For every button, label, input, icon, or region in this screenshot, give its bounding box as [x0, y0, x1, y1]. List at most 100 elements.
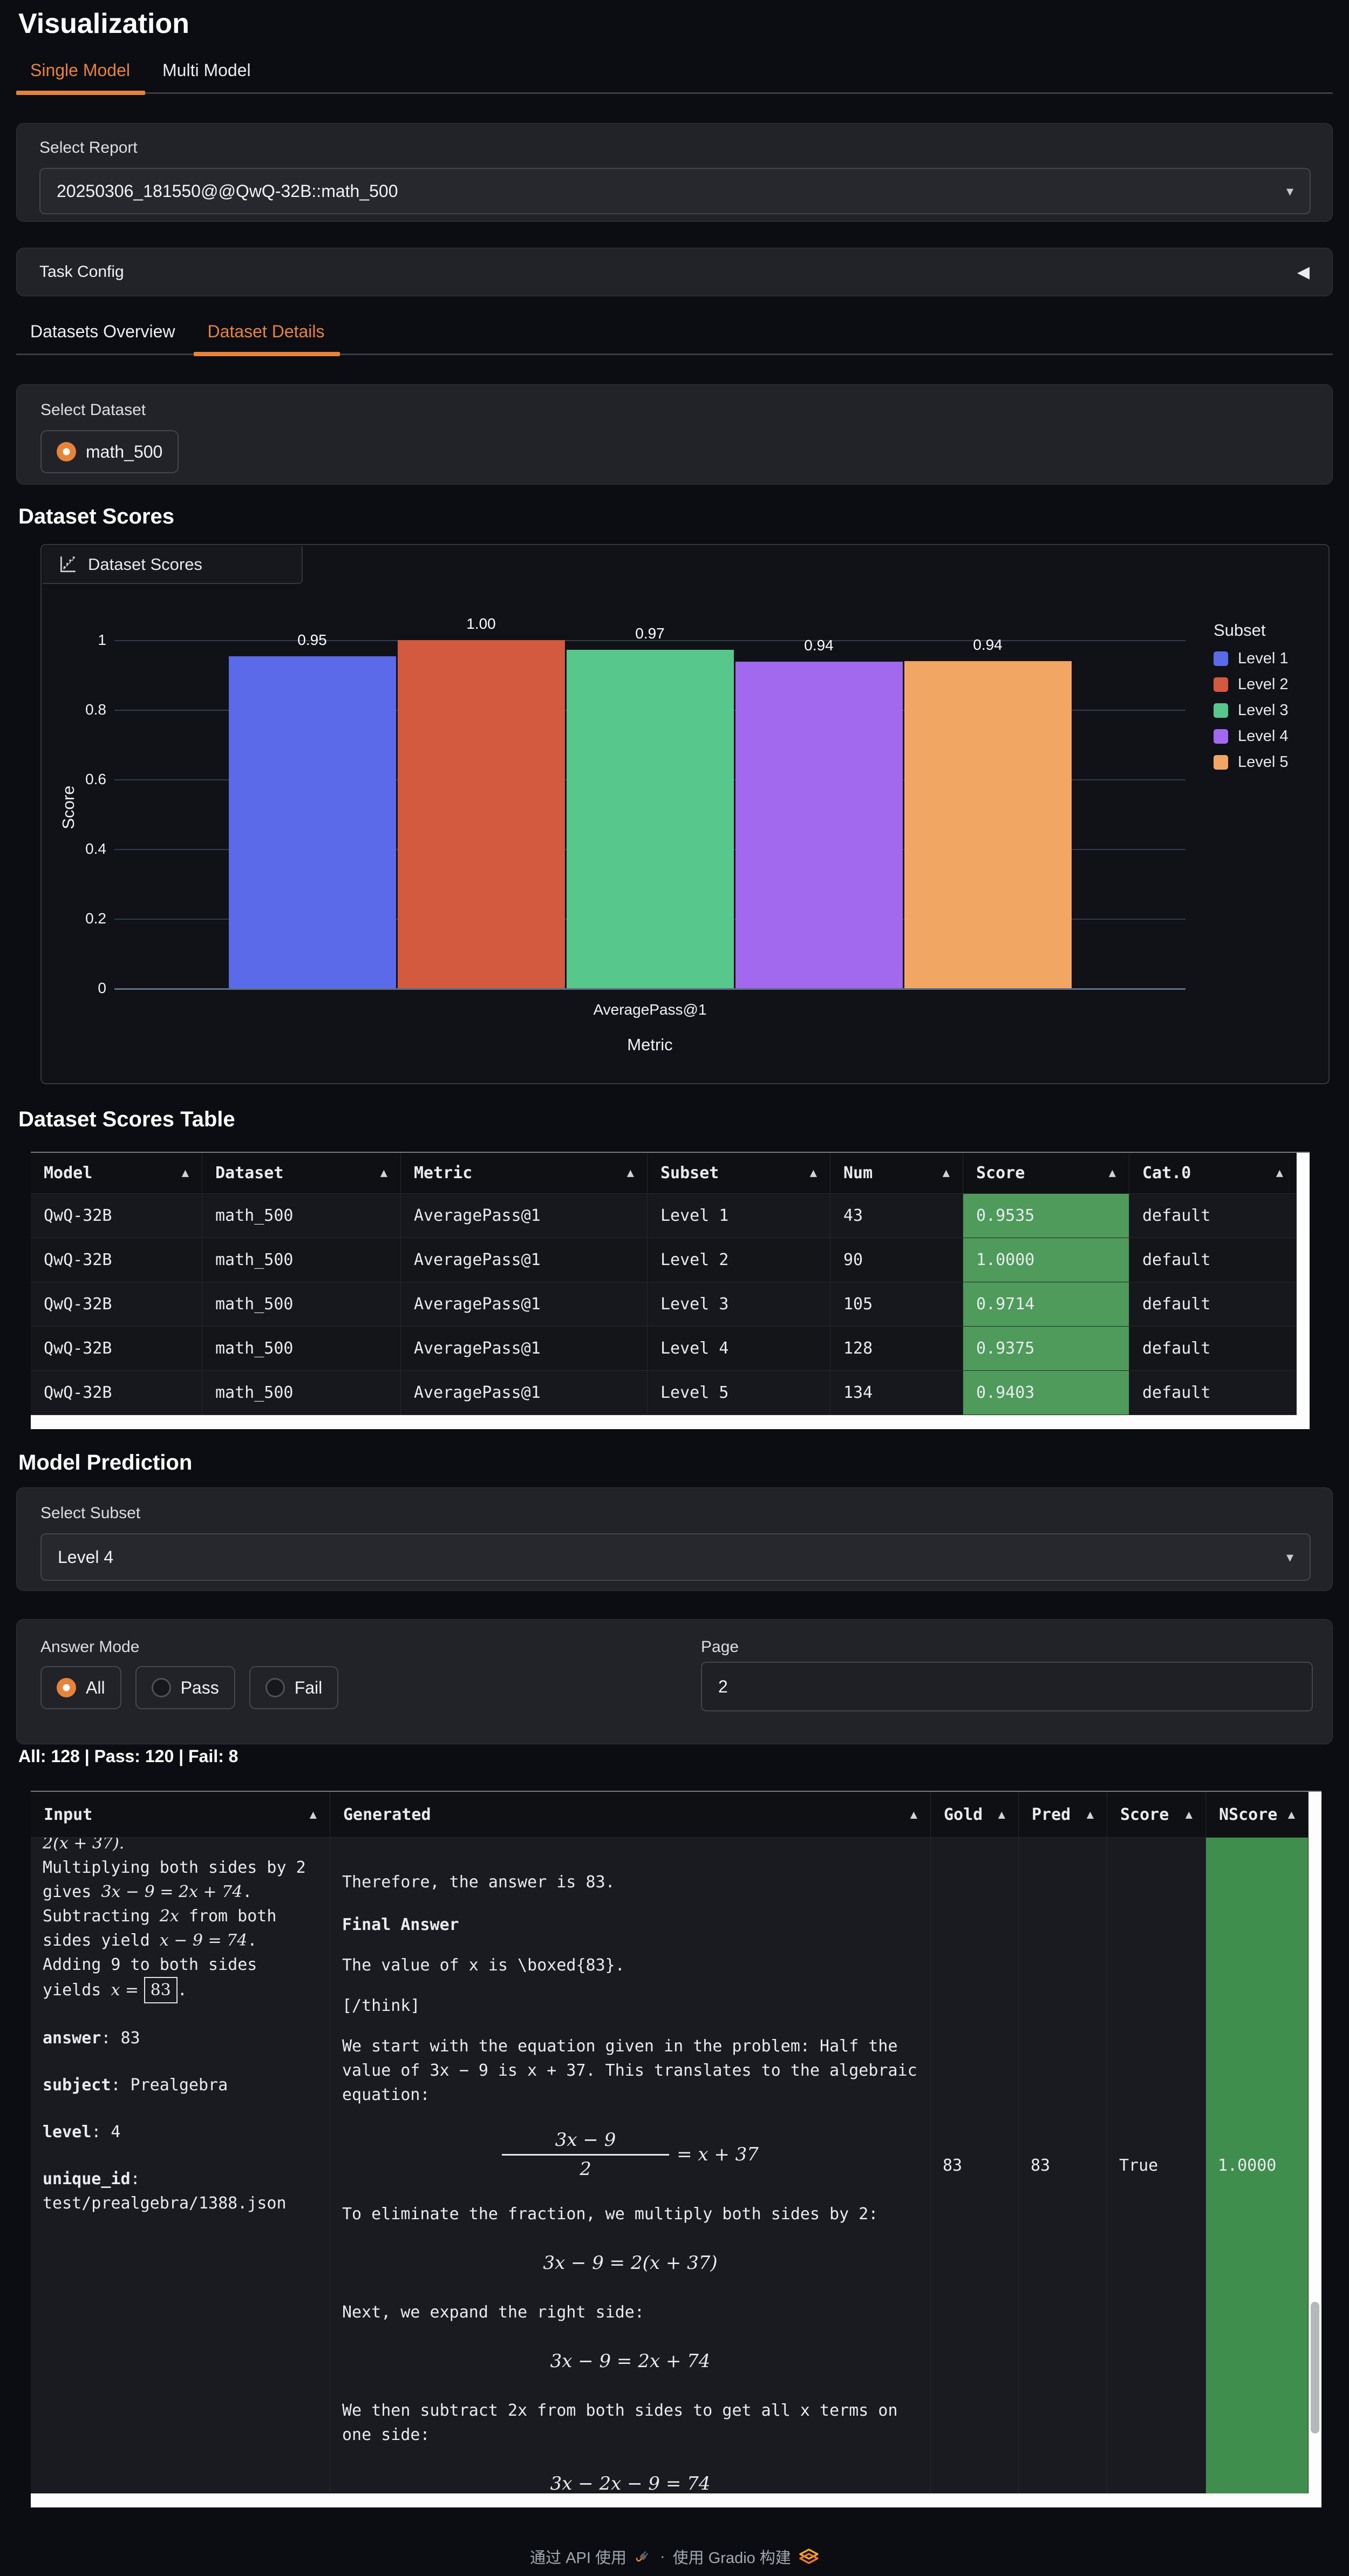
table-cell[interactable]: default — [1129, 1282, 1297, 1327]
scores-table-vertical-scrollbar[interactable] — [1297, 1153, 1310, 1415]
table-cell[interactable]: 0.9403 — [963, 1371, 1129, 1415]
tab-datasets-overview[interactable]: Datasets Overview — [16, 313, 194, 354]
table-cell[interactable]: QwQ-32B — [31, 1282, 202, 1327]
sort-arrow-icon[interactable]: ▲ — [1269, 1166, 1283, 1180]
gradio-logo — [799, 2548, 819, 2565]
prediction-table-vertical-scrollbar[interactable] — [1309, 1792, 1321, 2493]
column-header-metric[interactable]: Metric▲ — [401, 1153, 648, 1194]
cell-gold[interactable]: 83 — [931, 1838, 1019, 2493]
footer-api-text[interactable]: 通过 API 使用 — [530, 2545, 626, 2568]
table-cell[interactable]: 0.9375 — [963, 1327, 1129, 1371]
column-header-gold[interactable]: Gold▲ — [931, 1792, 1019, 1838]
sort-arrow-icon[interactable]: ▲ — [619, 1166, 634, 1180]
input-field-level: level: 4 — [43, 2120, 318, 2144]
table-cell[interactable]: math_500 — [202, 1194, 401, 1238]
cell-generated[interactable]: Therefore, the answer is 83.Final Answer… — [330, 1838, 931, 2493]
footer-gradio-text[interactable]: 使用 Gradio 构建 — [673, 2545, 791, 2568]
table-row: QwQ-32Bmath_500AveragePass@1Level 2901.0… — [31, 1238, 1297, 1282]
table-cell[interactable]: AveragePass@1 — [401, 1327, 648, 1371]
cell-input[interactable]: 2(x + 37).Multiplying both sides by 2 gi… — [31, 1838, 330, 2493]
column-header-label: Cat.0 — [1142, 1164, 1191, 1182]
prediction-table-horizontal-scrollbar[interactable] — [31, 2493, 1321, 2507]
cell-score[interactable]: True — [1107, 1838, 1206, 2493]
column-header-subset[interactable]: Subset▲ — [648, 1153, 830, 1194]
cell-nscore[interactable]: 1.0000 — [1206, 1838, 1309, 2493]
table-cell[interactable]: 128 — [830, 1327, 963, 1371]
column-header-score[interactable]: Score▲ — [1107, 1792, 1206, 1838]
table-cell[interactable]: AveragePass@1 — [401, 1371, 648, 1415]
sort-arrow-icon[interactable]: ▲ — [991, 1808, 1005, 1821]
table-cell[interactable]: QwQ-32B — [31, 1371, 202, 1415]
legend-label: Level 5 — [1238, 753, 1289, 771]
table-cell[interactable]: 90 — [830, 1238, 963, 1282]
legend-item-level-3[interactable]: Level 3 — [1214, 702, 1289, 719]
table-cell[interactable]: math_500 — [202, 1238, 401, 1282]
column-header-input[interactable]: Input▲ — [31, 1792, 330, 1838]
legend-item-level-4[interactable]: Level 4 — [1214, 728, 1289, 745]
table-cell[interactable]: AveragePass@1 — [401, 1282, 648, 1327]
sort-arrow-icon[interactable]: ▲ — [302, 1808, 317, 1821]
subset-dropdown[interactable]: Level 4 ▾ — [40, 1533, 1311, 1581]
sort-arrow-icon[interactable]: ▲ — [1280, 1808, 1295, 1821]
bar-level-5: 0.94 — [904, 661, 1072, 988]
table-cell[interactable]: Level 2 — [648, 1238, 830, 1282]
table-cell[interactable]: Level 3 — [648, 1282, 830, 1327]
table-cell[interactable]: Level 4 — [648, 1327, 830, 1371]
column-header-num[interactable]: Num▲ — [830, 1153, 963, 1194]
answer-mode-fail[interactable]: Fail — [249, 1666, 339, 1709]
tab-multi-model[interactable]: Multi Model — [148, 52, 269, 92]
legend-item-level-5[interactable]: Level 5 — [1214, 753, 1289, 771]
table-cell[interactable]: 134 — [830, 1371, 963, 1415]
scrollbar-thumb[interactable] — [1311, 2302, 1319, 2434]
dataset-radio-math-500[interactable]: math_500 — [40, 430, 179, 473]
table-cell[interactable]: Level 5 — [648, 1371, 830, 1415]
page-input[interactable]: 2 — [701, 1662, 1313, 1711]
table-cell[interactable]: default — [1129, 1238, 1297, 1282]
tab-dataset-details[interactable]: Dataset Details — [194, 313, 343, 354]
column-header-generated[interactable]: Generated▲ — [330, 1792, 931, 1838]
legend-item-level-1[interactable]: Level 1 — [1214, 650, 1289, 668]
table-cell[interactable]: AveragePass@1 — [401, 1194, 648, 1238]
sort-arrow-icon[interactable]: ▲ — [1178, 1808, 1193, 1821]
tab-single-model[interactable]: Single Model — [16, 52, 148, 92]
column-header-model[interactable]: Model▲ — [31, 1153, 202, 1194]
sort-arrow-icon[interactable]: ▲ — [373, 1166, 387, 1180]
sort-arrow-icon[interactable]: ▲ — [1079, 1808, 1094, 1821]
legend-item-level-2[interactable]: Level 2 — [1214, 676, 1289, 694]
table-cell[interactable]: 43 — [830, 1194, 963, 1238]
sort-arrow-icon[interactable]: ▲ — [802, 1166, 817, 1180]
sort-arrow-icon[interactable]: ▲ — [1101, 1166, 1116, 1180]
table-cell[interactable]: math_500 — [202, 1327, 401, 1371]
table-cell[interactable]: 105 — [830, 1282, 963, 1327]
column-header-nscore[interactable]: NScore▲ — [1206, 1792, 1309, 1838]
table-cell[interactable]: 0.9535 — [963, 1194, 1129, 1238]
table-cell[interactable]: default — [1129, 1194, 1297, 1238]
table-cell[interactable]: Level 1 — [648, 1194, 830, 1238]
report-dropdown[interactable]: 20250306_181550@@QwQ-32B::math_500 ▾ — [39, 168, 1311, 214]
table-row: QwQ-32Bmath_500AveragePass@1Level 41280.… — [31, 1327, 1297, 1371]
sort-arrow-icon[interactable]: ▲ — [903, 1808, 917, 1821]
table-cell[interactable]: math_500 — [202, 1371, 401, 1415]
column-header-cat-0[interactable]: Cat.0 ▲ — [1129, 1153, 1297, 1194]
chart-tab-dataset-scores[interactable]: Dataset Scores — [43, 546, 303, 584]
column-header-pred[interactable]: Pred▲ — [1019, 1792, 1107, 1838]
column-header-score[interactable]: Score▲ — [963, 1153, 1129, 1194]
table-cell[interactable]: AveragePass@1 — [401, 1238, 648, 1282]
table-cell[interactable]: 1.0000 — [963, 1238, 1129, 1282]
table-cell[interactable]: math_500 — [202, 1282, 401, 1327]
table-cell[interactable]: QwQ-32B — [31, 1327, 202, 1371]
table-cell[interactable]: QwQ-32B — [31, 1194, 202, 1238]
table-cell[interactable]: default — [1129, 1327, 1297, 1371]
table-cell[interactable]: QwQ-32B — [31, 1238, 202, 1282]
answer-mode-all[interactable]: All — [40, 1666, 121, 1709]
table-cell[interactable]: 0.9714 — [963, 1282, 1129, 1327]
table-cell[interactable]: default — [1129, 1371, 1297, 1415]
generated-block-eq: 3x − 9 = 2(x + 37) — [342, 2251, 918, 2275]
task-config-accordion[interactable]: Task Config ◀ — [16, 248, 1333, 296]
scores-table-horizontal-scrollbar[interactable] — [31, 1415, 1310, 1429]
cell-pred[interactable]: 83 — [1019, 1838, 1107, 2493]
answer-mode-pass[interactable]: Pass — [135, 1666, 235, 1709]
sort-arrow-icon[interactable]: ▲ — [174, 1166, 189, 1180]
sort-arrow-icon[interactable]: ▲ — [935, 1166, 950, 1180]
column-header-dataset[interactable]: Dataset▲ — [202, 1153, 401, 1194]
